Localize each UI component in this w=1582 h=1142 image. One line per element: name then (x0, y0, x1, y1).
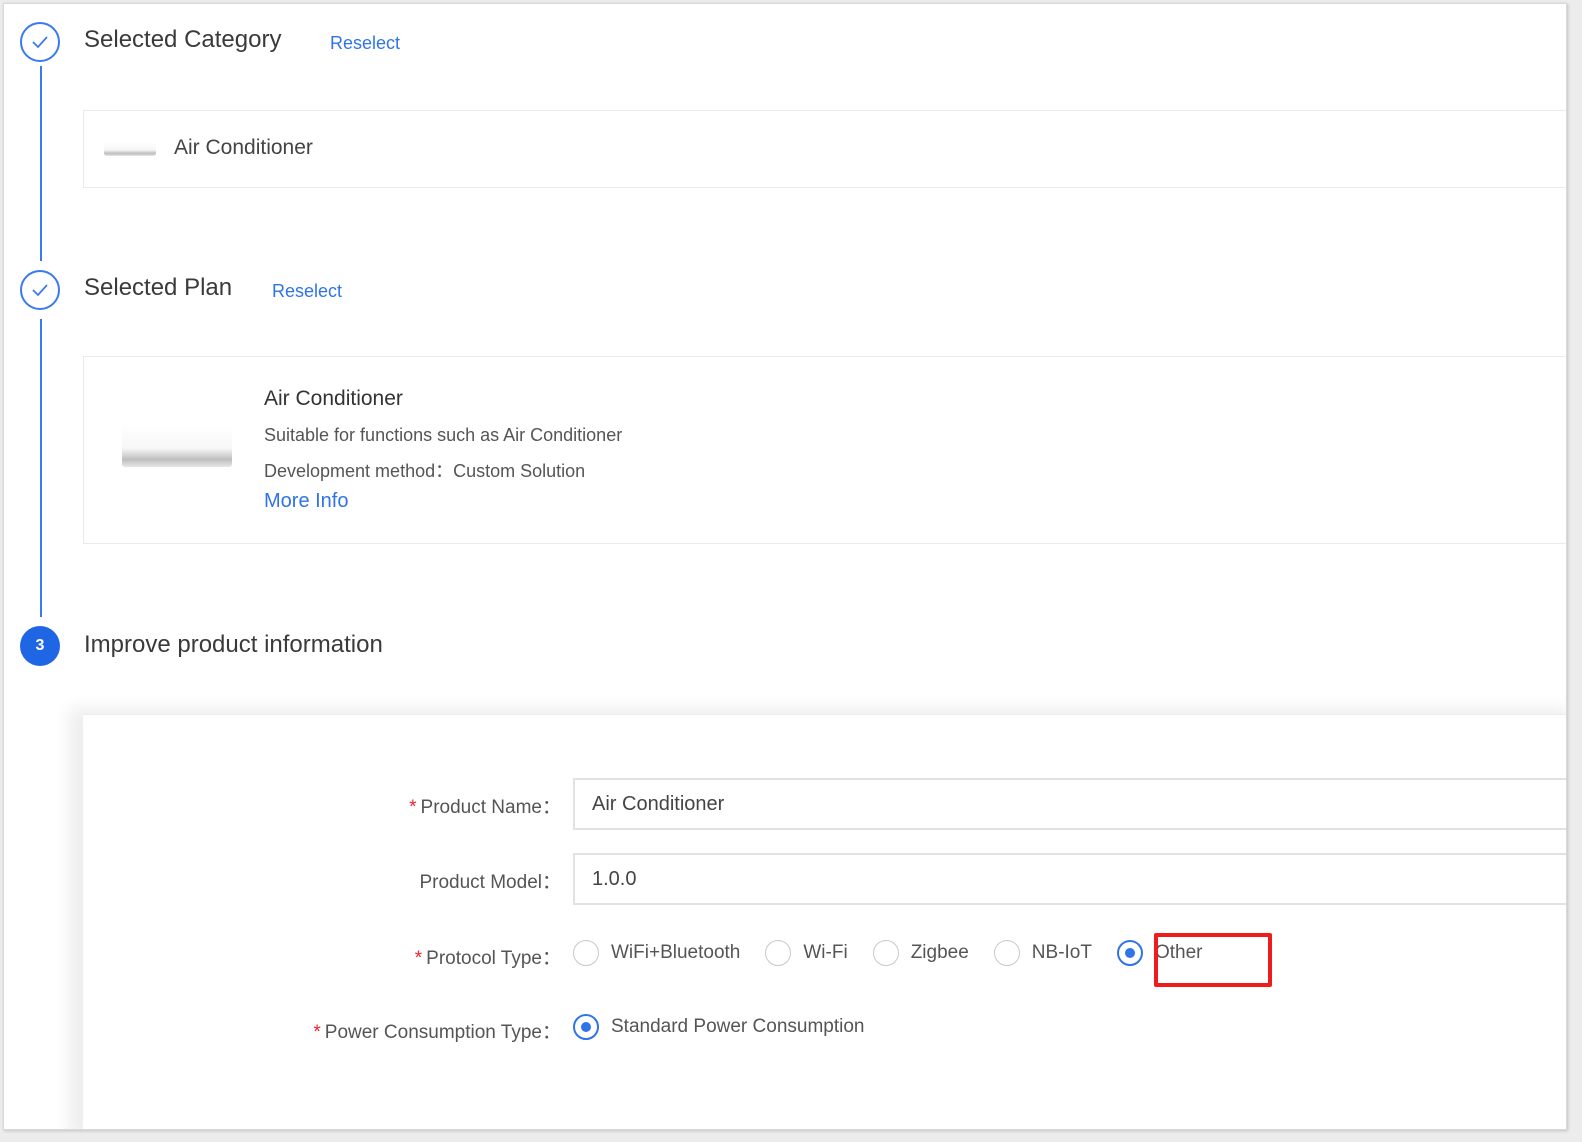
required-mark: * (409, 797, 417, 818)
protocol-type-label: * Protocol Type： (414, 948, 561, 969)
step-1-title: Selected Category (84, 26, 282, 53)
product-name-label: * Product Name： (409, 797, 561, 818)
category-name: Air Conditioner (174, 136, 313, 159)
air-conditioner-image (122, 425, 232, 467)
step-3-number-badge: 3 (20, 626, 60, 666)
window-frame: Selected Category Reselect Air Condition… (3, 3, 1567, 1130)
radio-circle-selected[interactable] (1116, 940, 1143, 966)
power-consumption-radio-group: Standard Power Consumption (573, 1014, 889, 1040)
step-connector-line (40, 319, 42, 617)
protocol-option-other[interactable]: Other (1116, 940, 1203, 966)
step-number: 3 (35, 637, 45, 654)
protocol-option-zigbee[interactable]: Zigbee (872, 940, 969, 966)
selected-plan-card: Air Conditioner Suitable for functions s… (83, 356, 1566, 544)
radio-circle[interactable] (872, 940, 899, 966)
more-info-link[interactable]: More Info (264, 490, 348, 513)
protocol-option-wifi[interactable]: Wi-Fi (765, 940, 848, 966)
product-model-label: Product Model： (419, 872, 561, 893)
power-option-standard[interactable]: Standard Power Consumption (573, 1014, 864, 1040)
step-3-title: Improve product information (84, 631, 383, 658)
required-mark: * (414, 948, 423, 969)
required-mark: * (313, 1022, 321, 1043)
protocol-option-nb-iot[interactable]: NB-IoT (993, 940, 1092, 966)
step-2-title: Selected Plan (84, 274, 233, 301)
step-2-check-icon (20, 270, 60, 310)
protocol-type-radio-group: WiFi+Bluetooth Wi-Fi Zigbee NB-IoT Other (573, 940, 1228, 966)
radio-circle[interactable] (573, 940, 599, 966)
product-model-input[interactable] (573, 853, 1566, 905)
radio-circle-selected[interactable] (573, 1014, 599, 1040)
step-1-check-icon (20, 22, 60, 62)
product-info-form: *Product Name： Product Model： *Protocol … (83, 714, 1566, 1129)
check-icon (32, 284, 48, 297)
radio-circle[interactable] (765, 940, 792, 966)
step-connector-line (40, 66, 42, 261)
power-consumption-type-label: * Power Consumption Type： (313, 1022, 561, 1043)
plan-development-method: Development method：Custom Solution (264, 461, 586, 481)
plan-description: Suitable for functions such as Air Condi… (264, 425, 623, 445)
radio-circle[interactable] (993, 940, 1020, 966)
air-conditioner-image (104, 142, 156, 156)
plan-name: Air Conditioner (264, 387, 403, 410)
protocol-option-wifi-bluetooth[interactable]: WiFi+Bluetooth (573, 940, 740, 966)
product-name-input[interactable] (573, 778, 1566, 830)
reselect-category-link[interactable]: Reselect (330, 33, 400, 54)
check-icon (32, 36, 48, 49)
selected-category-card: Air Conditioner (83, 110, 1566, 188)
reselect-plan-link[interactable]: Reselect (272, 281, 342, 302)
